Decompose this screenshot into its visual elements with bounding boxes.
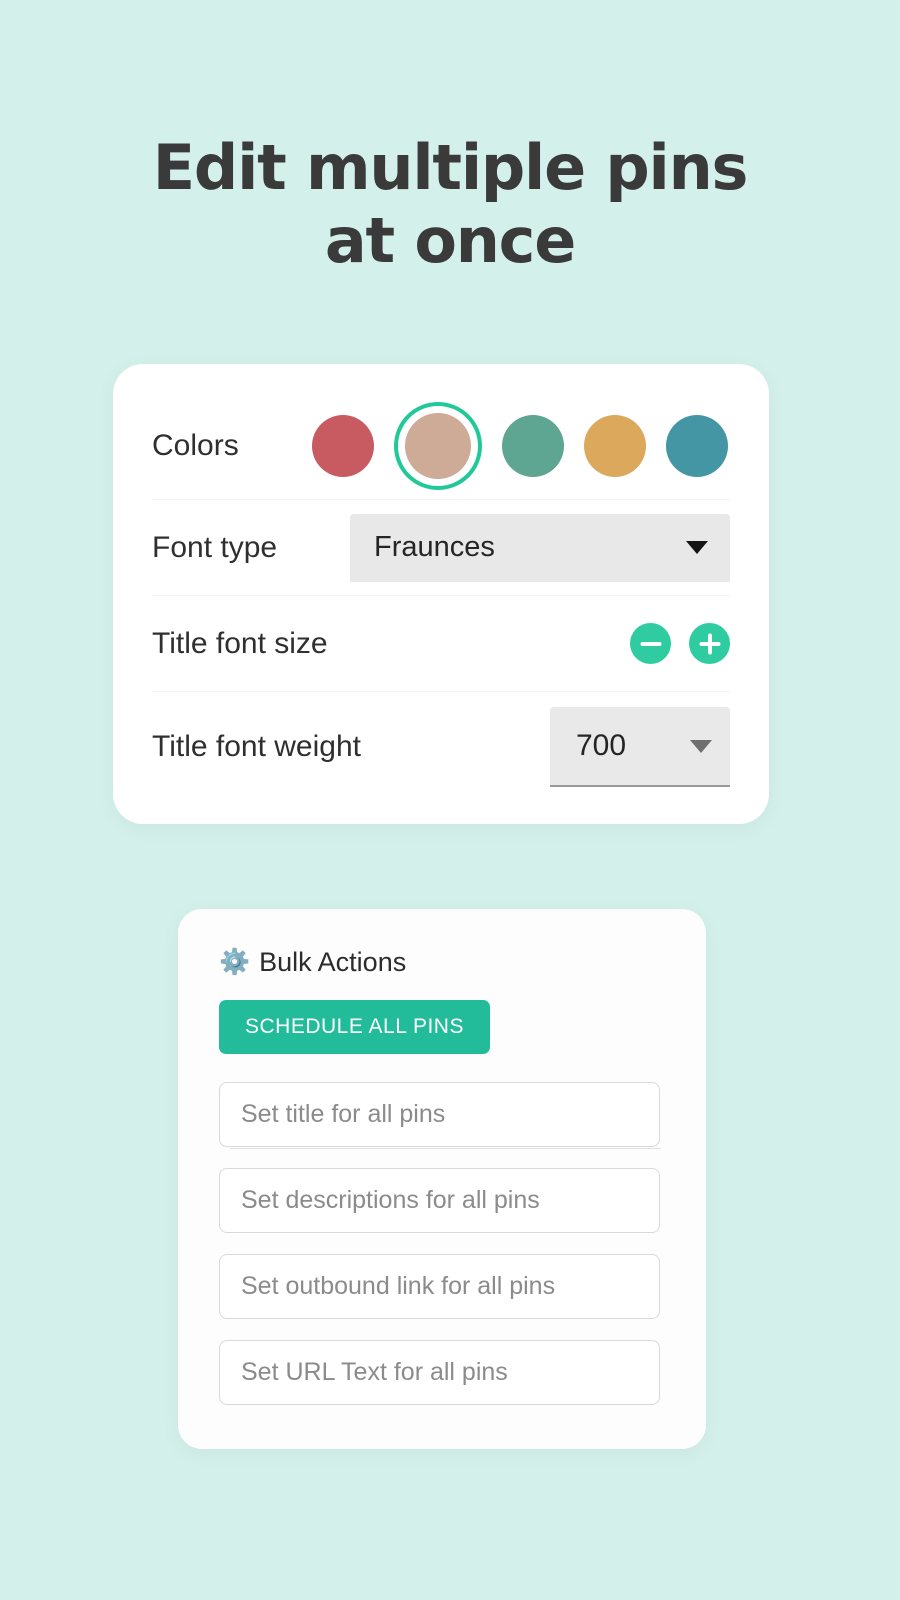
bulk-actions-header: ⚙️ Bulk Actions [219, 947, 660, 978]
set-outbound-link-placeholder: Set outbound link for all pins [241, 1272, 556, 1300]
font-type-row: Font type Fraunces [152, 500, 730, 596]
set-outbound-link-input[interactable]: Set outbound link for all pins [219, 1254, 660, 1319]
color-swatch-gold[interactable] [584, 414, 646, 477]
title-font-weight-label: Title font weight [152, 730, 361, 763]
font-type-value: Fraunces [374, 531, 495, 563]
colors-label: Colors [152, 428, 239, 462]
page-title-line-1: Edit multiple pins [152, 131, 749, 204]
swatch-tan-fill [405, 412, 471, 479]
colors-row: Colors [152, 392, 730, 500]
set-url-text-input[interactable]: Set URL Text for all pins [219, 1340, 660, 1405]
color-swatch-red[interactable] [312, 414, 374, 477]
page-title-line-2: at once [324, 204, 576, 278]
set-url-text-placeholder: Set URL Text for all pins [241, 1358, 508, 1386]
title-font-weight-row: Title font weight 700 [152, 692, 730, 802]
swatch-green-fill [502, 414, 564, 477]
set-title-placeholder: Set title for all pins [241, 1100, 446, 1128]
title-font-size-stepper [630, 623, 730, 664]
set-title-input[interactable]: Set title for all pins [219, 1082, 661, 1149]
settings-card: Colors Font type Fraunces Title font siz… [113, 364, 769, 824]
minus-icon-button[interactable] [630, 623, 671, 664]
chevron-down-icon [686, 541, 708, 554]
swatch-red-fill [312, 414, 374, 477]
schedule-all-pins-button[interactable]: SCHEDULE ALL PINS [219, 1000, 490, 1054]
color-swatch-tan-selected[interactable] [394, 401, 482, 490]
set-descriptions-input[interactable]: Set descriptions for all pins [219, 1168, 660, 1233]
color-swatch-green[interactable] [502, 414, 564, 477]
gear-icon: ⚙️ [219, 948, 251, 976]
bulk-actions-card: ⚙️ Bulk Actions SCHEDULE ALL PINS Set ti… [178, 909, 706, 1449]
swatch-gold-fill [584, 414, 646, 477]
title-font-weight-value: 700 [576, 729, 627, 762]
chevron-down-icon [690, 739, 712, 753]
plus-icon-button[interactable] [689, 623, 730, 664]
swatch-blue-fill [666, 414, 728, 477]
color-swatch-list [312, 401, 730, 490]
title-font-weight-select[interactable]: 700 [550, 707, 730, 787]
bulk-actions-title: Bulk Actions [259, 947, 407, 977]
set-descriptions-placeholder: Set descriptions for all pins [241, 1186, 540, 1214]
font-type-select[interactable]: Fraunces [350, 513, 730, 582]
title-font-size-label: Title font size [152, 626, 328, 660]
font-type-label: Font type [152, 530, 278, 564]
page-title: Edit multiple pins at once [0, 0, 900, 277]
title-font-size-row: Title font size [152, 596, 730, 692]
color-swatch-blue[interactable] [666, 414, 728, 477]
